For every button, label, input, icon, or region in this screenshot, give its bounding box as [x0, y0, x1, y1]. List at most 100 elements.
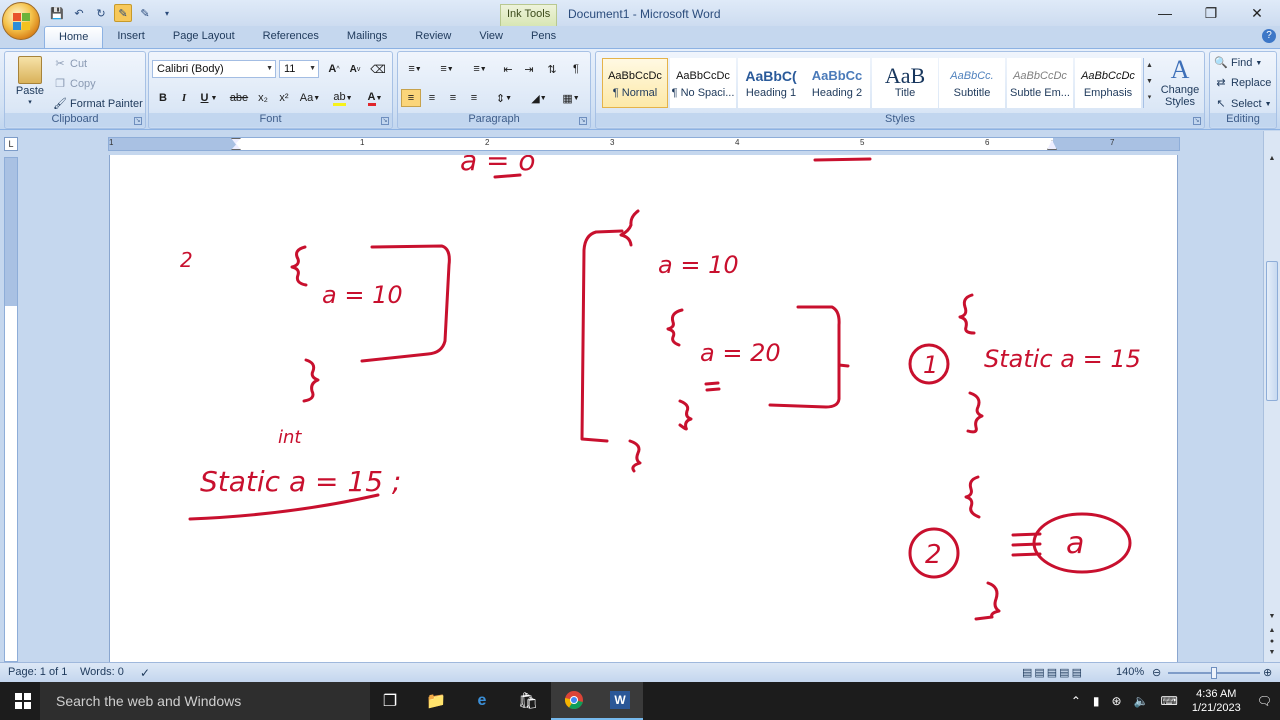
superscript-button[interactable]: x²	[274, 89, 294, 107]
tab-mailings[interactable]: Mailings	[333, 26, 401, 48]
vertical-ruler[interactable]	[4, 157, 18, 662]
tab-references[interactable]: References	[249, 26, 333, 48]
decrease-indent-button[interactable]: ⇤	[498, 60, 518, 78]
word-icon[interactable]: W	[597, 682, 643, 720]
minimize-icon[interactable]: —	[1142, 0, 1188, 26]
tab-home[interactable]: Home	[44, 26, 104, 48]
italic-button[interactable]: I	[174, 89, 194, 107]
proofing-icon[interactable]: ✓	[140, 666, 150, 680]
align-center-button[interactable]: ≡	[422, 89, 442, 107]
clear-formatting-button[interactable]: ⌫	[368, 60, 388, 78]
numbering-button[interactable]: ≡ ▼	[433, 60, 461, 78]
style-title[interactable]: AaB Title	[872, 58, 938, 108]
vertical-scrollbar[interactable]: ▲ ▼ ▲ ● ▼	[1263, 131, 1280, 662]
store-icon[interactable]: 🛍	[505, 682, 551, 720]
view-buttons[interactable]: ▤▤▤▤▤	[1022, 666, 1084, 679]
scroll-up-icon[interactable]: ▲	[1266, 153, 1278, 165]
bold-button[interactable]: B	[153, 89, 173, 107]
word-count[interactable]: Words: 0	[80, 666, 124, 678]
replace-button[interactable]: ⇄ Replace	[1214, 76, 1271, 90]
tab-stop-selector[interactable]: L	[4, 137, 18, 151]
pen-ink-icon[interactable]: ✎	[114, 4, 132, 22]
font-name-combo[interactable]: Calibri (Body) ▼	[152, 60, 276, 78]
zoom-out-icon[interactable]: ⊖	[1152, 666, 1161, 679]
zoom-slider-thumb[interactable]	[1211, 667, 1217, 679]
task-view-icon[interactable]: ❐	[367, 682, 413, 720]
style-subtitle[interactable]: AaBbCc. Subtitle	[939, 58, 1005, 108]
shrink-font-button[interactable]: Av	[345, 60, 365, 78]
office-button[interactable]	[2, 2, 40, 40]
select-button[interactable]: ↖ Select ▼	[1214, 97, 1271, 111]
grow-font-button[interactable]: A ^	[324, 60, 344, 78]
font-launcher-icon[interactable]: ↘	[381, 117, 389, 125]
clock[interactable]: 4:36 AM 1/21/2023	[1184, 687, 1249, 715]
sort-button[interactable]: ⇅	[542, 60, 562, 78]
sort-icon: ⇅	[547, 63, 557, 76]
styles-launcher-icon[interactable]: ↘	[1193, 117, 1201, 125]
borders-button[interactable]: ▦ ▼	[557, 89, 585, 107]
paragraph-launcher-icon[interactable]: ↘	[579, 117, 587, 125]
battery-icon[interactable]: ▮	[1087, 694, 1106, 708]
redo-icon[interactable]: ↻	[92, 4, 110, 22]
strikethrough-button[interactable]: abe	[227, 89, 251, 107]
style-heading-2[interactable]: AaBbCc Heading 2	[804, 58, 870, 108]
font-size-combo[interactable]: 11 ▼	[279, 60, 319, 78]
next-page-icon[interactable]: ▼	[1266, 647, 1278, 659]
show-hidden-icons-icon[interactable]: ⌃	[1065, 694, 1087, 708]
tab-insert[interactable]: Insert	[103, 26, 159, 48]
shading-button[interactable]: ◢ ▼	[525, 89, 553, 107]
change-styles-button[interactable]: A Change Styles	[1158, 56, 1202, 109]
underline-button[interactable]: U ▼	[195, 89, 223, 107]
highlight-button[interactable]: ab ▼	[329, 89, 357, 107]
edge-icon[interactable]: e	[459, 682, 505, 720]
network-icon[interactable]: ⊛	[1105, 694, 1127, 708]
zoom-level[interactable]: 140%	[1116, 666, 1144, 678]
help-icon[interactable]: ?	[1262, 29, 1276, 43]
show-hide-button[interactable]: ¶	[566, 60, 586, 78]
line-spacing-button[interactable]: ⇕ ▼	[490, 89, 518, 107]
format-painter-button[interactable]: 🖌 Format Painter	[53, 97, 143, 111]
cut-button[interactable]: ✂ Cut	[53, 57, 87, 71]
keyboard-icon[interactable]: ⌨	[1155, 694, 1184, 708]
align-left-button[interactable]: ≡	[401, 89, 421, 107]
style-normal[interactable]: AaBbCcDc ¶ Normal	[602, 58, 668, 108]
scroll-down-icon[interactable]: ▼	[1266, 611, 1278, 623]
style-subtle-emphasis[interactable]: AaBbCcDc Subtle Em...	[1007, 58, 1073, 108]
style-no-spacing[interactable]: AaBbCcDc ¶ No Spaci...	[670, 58, 736, 108]
styles-gallery-scroll[interactable]: ▲ ▼ ▾	[1143, 58, 1155, 108]
horizontal-ruler[interactable]: 1 1 2 3 4 5 6 7	[108, 137, 1180, 151]
justify-button[interactable]: ≡	[464, 89, 484, 107]
style-emphasis[interactable]: AaBbCcDc Emphasis	[1075, 58, 1141, 108]
style-heading-1[interactable]: AaBbC( Heading 1	[738, 58, 804, 108]
find-button[interactable]: 🔍 Find ▼	[1214, 56, 1262, 70]
chrome-icon[interactable]	[551, 682, 597, 720]
subscript-button[interactable]: x₂	[253, 89, 273, 107]
clipboard-launcher-icon[interactable]: ↘	[134, 117, 142, 125]
scroll-thumb[interactable]	[1266, 261, 1278, 401]
paste-button[interactable]: Paste ▾	[11, 56, 49, 106]
tab-pens[interactable]: Pens	[517, 26, 570, 48]
qat-customize-icon[interactable]: ▾	[158, 4, 176, 22]
file-explorer-icon[interactable]: 📁	[413, 682, 459, 720]
tab-review[interactable]: Review	[401, 26, 465, 48]
tab-view[interactable]: View	[465, 26, 517, 48]
eraser-ink-icon[interactable]: ✎	[136, 4, 154, 22]
align-right-button[interactable]: ≡	[443, 89, 463, 107]
font-color-button[interactable]: A ▼	[361, 89, 389, 107]
save-icon[interactable]: 💾	[48, 4, 66, 22]
notifications-icon[interactable]: 🗨	[1249, 694, 1280, 708]
multilevel-list-button[interactable]: ≡ ▼	[466, 60, 494, 78]
bullets-button[interactable]: ≡ ▼	[401, 60, 429, 78]
copy-button[interactable]: ❐ Copy	[53, 77, 96, 91]
zoom-in-icon[interactable]: ⊕	[1263, 666, 1272, 679]
close-icon[interactable]: ✕	[1234, 0, 1280, 26]
page-count[interactable]: Page: 1 of 1	[8, 666, 67, 678]
change-case-button[interactable]: Aa ▼	[296, 89, 324, 107]
document-page[interactable]: a = o 2 a = 10 int Static a = 15 ; a = 1…	[109, 155, 1178, 662]
undo-icon[interactable]: ↶	[70, 4, 88, 22]
increase-indent-button[interactable]: ⇥	[519, 60, 539, 78]
tab-page-layout[interactable]: Page Layout	[159, 26, 249, 48]
volume-icon[interactable]: 🔈	[1128, 694, 1155, 708]
restore-icon[interactable]: ❐	[1188, 0, 1234, 26]
taskbar-search-box[interactable]: Search the web and Windows	[40, 682, 370, 720]
